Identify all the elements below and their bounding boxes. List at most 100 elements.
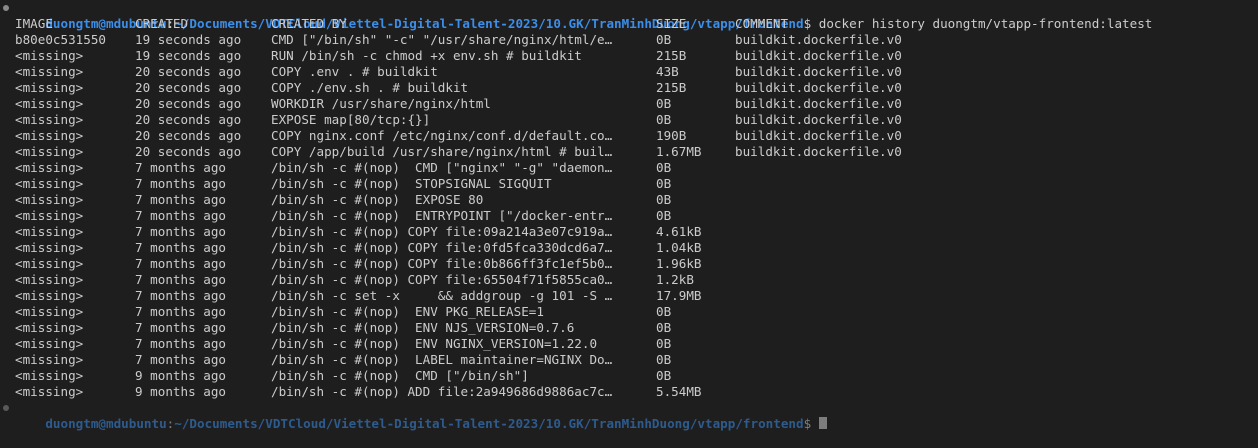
row-image-id: <missing>	[15, 352, 84, 367]
row-created: 7 months ago	[135, 224, 226, 239]
row-image-id: <missing>	[15, 320, 84, 335]
row-created: 20 seconds ago	[135, 64, 242, 79]
row-created-by: /bin/sh -c #(nop) ENV NGINX_VERSION=1.22…	[271, 336, 598, 351]
table-row: <missing> 7 months ago/bin/sh -c #(nop) E…	[0, 192, 1258, 208]
row-comment: buildkit.dockerfile.v0	[735, 128, 902, 143]
row-size: 0B	[656, 208, 672, 223]
row-comment: buildkit.dockerfile.v0	[735, 48, 902, 63]
row-created: 7 months ago	[135, 288, 226, 303]
row-created-by: /bin/sh -c set -x && addgroup -g 101 -S …	[271, 288, 613, 303]
row-created-by: /bin/sh -c #(nop) CMD ["nginx" "-g" "dae…	[271, 160, 613, 175]
row-created-by: WORKDIR /usr/share/nginx/html	[271, 96, 491, 111]
table-row: <missing> 20 seconds ago COPY ./env.sh . #…	[0, 80, 1258, 96]
row-image-id: <missing>	[15, 256, 84, 271]
row-image-id: <missing>	[15, 144, 84, 159]
row-size: 1.96kB	[656, 256, 702, 271]
row-created-by: /bin/sh -c #(nop) ENTRYPOINT ["/docker-e…	[271, 208, 613, 223]
table-row: <missing> 7 months ago/bin/sh -c #(nop) E…	[0, 304, 1258, 320]
row-created: 19 seconds ago	[135, 48, 242, 63]
row-image-id: <missing>	[15, 384, 84, 399]
row-created-by: /bin/sh -c #(nop) ENV PKG_RELEASE=1	[271, 304, 544, 319]
row-created: 7 months ago	[135, 160, 226, 175]
row-size: 0B	[656, 304, 672, 319]
text-cursor	[818, 417, 827, 429]
row-created-by: /bin/sh -c #(nop) COPY file:0b866ff3fc1e…	[271, 256, 613, 271]
row-size: 17.9MB	[656, 288, 702, 303]
row-image-id: <missing>	[15, 112, 84, 127]
table-row: <missing> 7 months ago/bin/sh -c #(nop) E…	[0, 208, 1258, 224]
row-image-id: <missing>	[15, 80, 84, 95]
row-comment: buildkit.dockerfile.v0	[735, 144, 902, 159]
row-created: 19 seconds ago	[135, 32, 242, 47]
header-created: CREATED	[135, 16, 189, 31]
row-size: 215B	[656, 48, 687, 63]
row-created: 7 months ago	[135, 336, 226, 351]
row-image-id: <missing>	[15, 96, 84, 111]
row-image-id: <missing>	[15, 336, 84, 351]
table-row: <missing> 9 months ago/bin/sh -c #(nop) A…	[0, 384, 1258, 400]
row-size: 190B	[656, 128, 687, 143]
terminal-window[interactable]: duongtm@mdubuntu:~/Documents/VDTCloud/Vi…	[0, 0, 1258, 431]
row-image-id: <missing>	[15, 272, 84, 287]
row-created-by: /bin/sh -c #(nop) STOPSIGNAL SIGQUIT	[271, 176, 552, 191]
row-created: 20 seconds ago	[135, 96, 242, 111]
row-created-by: /bin/sh -c #(nop) COPY file:65504f71f585…	[271, 272, 613, 287]
row-image-id: <missing>	[15, 368, 84, 383]
row-created-by: COPY .env . # buildkit	[271, 64, 438, 79]
next-prompt-path: ~/Documents/VDTCloud/Viettel-Digital-Tal…	[174, 416, 804, 431]
row-size: 215B	[656, 80, 687, 95]
row-size: 0B	[656, 320, 672, 335]
header-comment: COMMENT	[735, 16, 789, 31]
row-size: 0B	[656, 192, 672, 207]
command-status-dot-icon[interactable]	[3, 5, 9, 11]
row-created: 20 seconds ago	[135, 80, 242, 95]
table-row: <missing> 7 months ago/bin/sh -c #(nop) E…	[0, 336, 1258, 352]
header-size: SIZE	[656, 16, 687, 31]
row-size: 43B	[656, 64, 679, 79]
row-created: 7 months ago	[135, 192, 226, 207]
row-created-by: /bin/sh -c #(nop) ADD file:2a949686d9886…	[271, 384, 613, 399]
table-row: <missing> 20 seconds ago COPY /app/build /…	[0, 144, 1258, 160]
row-comment: buildkit.dockerfile.v0	[735, 32, 902, 47]
row-size: 0B	[656, 176, 672, 191]
table-row: <missing> 7 months ago/bin/sh -c #(nop) C…	[0, 160, 1258, 176]
table-row: <missing> 9 months ago/bin/sh -c #(nop) C…	[0, 368, 1258, 384]
next-prompt-separator: :	[166, 416, 175, 431]
table-row: <missing> 20 seconds ago COPY nginx.conf /…	[0, 128, 1258, 144]
row-created: 20 seconds ago	[135, 144, 242, 159]
row-created: 7 months ago	[135, 304, 226, 319]
row-created: 7 months ago	[135, 240, 226, 255]
header-created-by: CREATED BY	[271, 16, 347, 31]
row-created-by: COPY ./env.sh . # buildkit	[271, 80, 469, 95]
row-image-id: <missing>	[15, 240, 84, 255]
table-row: <missing> 19 seconds ago RUN /bin/sh -c ch…	[0, 48, 1258, 64]
row-image-id: <missing>	[15, 176, 84, 191]
table-row: <missing> 7 months ago/bin/sh -c #(nop) E…	[0, 320, 1258, 336]
row-created-by: COPY /app/build /usr/share/nginx/html # …	[271, 144, 613, 159]
row-image-id: <missing>	[15, 192, 84, 207]
next-prompt-symbol: $	[803, 416, 819, 431]
row-size: 0B	[656, 112, 672, 127]
row-image-id: <missing>	[15, 64, 84, 79]
next-prompt-line: duongtm@mdubuntu:~/Documents/VDTCloud/Vi…	[0, 400, 827, 431]
row-image-id: <missing>	[15, 128, 84, 143]
row-size: 4.61kB	[656, 224, 702, 239]
row-created: 20 seconds ago	[135, 112, 242, 127]
row-created: 7 months ago	[135, 256, 226, 271]
row-image-id: <missing>	[15, 304, 84, 319]
row-created: 7 months ago	[135, 320, 226, 335]
row-size: 5.54MB	[656, 384, 702, 399]
row-image-id: <missing>	[15, 224, 84, 239]
row-size: 1.67MB	[656, 144, 702, 159]
table-row: <missing> 7 months ago/bin/sh -c #(nop) C…	[0, 256, 1258, 272]
row-created-by: COPY nginx.conf /etc/nginx/conf.d/defaul…	[271, 128, 613, 143]
row-comment: buildkit.dockerfile.v0	[735, 80, 902, 95]
row-size: 1.2kB	[656, 272, 694, 287]
table-row: <missing> 7 months ago/bin/sh -c #(nop) L…	[0, 352, 1258, 368]
row-created-by: /bin/sh -c #(nop) LABEL maintainer=NGINX…	[271, 352, 613, 367]
row-created-by: EXPOSE map[80/tcp:{}]	[271, 112, 431, 127]
row-created-by: /bin/sh -c #(nop) COPY file:09a214a3e07c…	[271, 224, 613, 239]
row-created: 20 seconds ago	[135, 128, 242, 143]
table-row: <missing> 20 seconds ago WORKDIR /usr/shar…	[0, 96, 1258, 112]
row-created-by: /bin/sh -c #(nop) COPY file:0fd5fca330dc…	[271, 240, 613, 255]
